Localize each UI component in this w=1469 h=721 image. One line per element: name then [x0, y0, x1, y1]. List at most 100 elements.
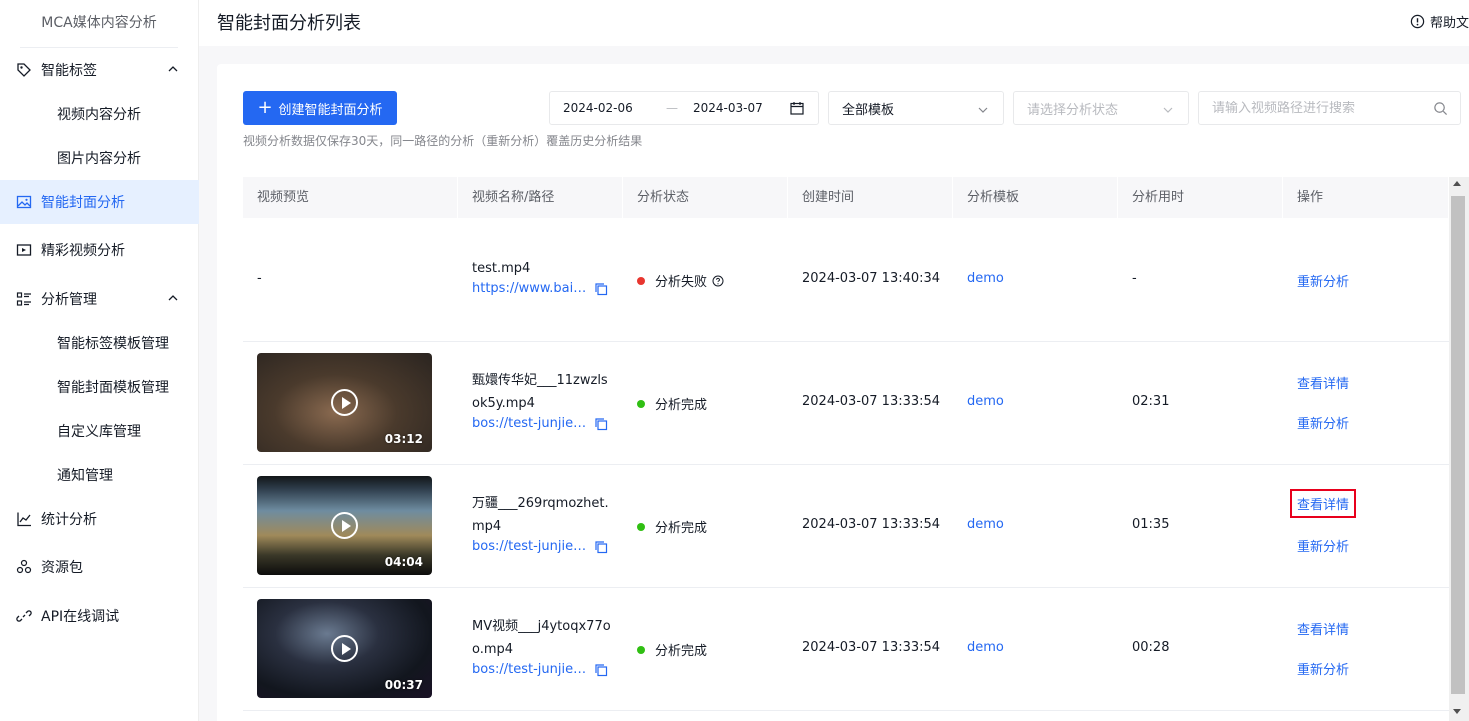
sidebar-item-statistics[interactable]: 统计分析 [0, 497, 199, 541]
template-select-value: 全部模板 [842, 102, 895, 118]
status-dot [637, 399, 645, 408]
sidebar-item-label: API在线调试 [41, 609, 120, 625]
video-path[interactable]: bos://test-junjie-new/2.mp4 [472, 539, 608, 554]
help-label: 帮助文 [1429, 16, 1469, 31]
chevron-up-icon [168, 66, 178, 72]
question-icon[interactable] [712, 275, 724, 287]
column-header: 创建时间 [788, 177, 953, 218]
view-detail-link[interactable]: 查看详情 [1297, 373, 1349, 392]
play-icon[interactable] [331, 512, 358, 539]
sidebar-item-highlight-video[interactable]: 精彩视频分析 [0, 228, 199, 272]
content-card: + 创建智能封面分析 视频分析数据仅保存30天，同一路径的分析（重新分析）覆盖历… [217, 64, 1469, 721]
column-header: 分析用时 [1118, 177, 1283, 218]
template-link[interactable]: demo [967, 271, 1004, 286]
chevron-down-icon [1163, 107, 1173, 113]
column-header: 分析状态 [623, 177, 788, 218]
video-path[interactable]: bos://test-junjie-new/3.mp4 [472, 662, 608, 677]
status-dot [637, 645, 645, 654]
video-path-text[interactable]: bos://test-junjie-new/1.mp4 [472, 416, 588, 431]
status-text: 分析失败 [655, 275, 708, 290]
sidebar-item-video-content[interactable]: 视频内容分析 [0, 92, 199, 136]
sidebar-item-smart-cover[interactable]: 智能封面分析 [0, 180, 199, 224]
video-path-text[interactable]: bos://test-junjie-new/2.mp4 [472, 539, 588, 554]
date-end[interactable]: 2024-03-07 [693, 101, 763, 115]
sidebar-item-analysis-manage[interactable]: 分析管理 [0, 277, 199, 321]
video-thumbnail[interactable]: 04:04 [257, 476, 432, 575]
video-duration: 04:04 [384, 555, 423, 569]
info-icon [1410, 14, 1425, 29]
plus-icon: + [257, 97, 273, 118]
status-dot [637, 522, 645, 531]
sidebar-item-label: 智能封面分析 [41, 195, 125, 211]
status-done: 分析完成 [637, 517, 707, 536]
sidebar-item-notification[interactable]: 通知管理 [0, 453, 199, 497]
sidebar-item-custom-library[interactable]: 自定义库管理 [0, 409, 199, 453]
table-row: 00:37 MV视频___j4ytoqx77oo.mp4 bos://test-… [243, 588, 1449, 711]
video-path-text[interactable]: bos://test-junjie-new/3.mp4 [472, 662, 588, 677]
play-icon[interactable] [331, 389, 358, 416]
video-name: test.mp4 [472, 261, 531, 276]
template-link[interactable]: demo [967, 640, 1004, 655]
reanalyze-link[interactable]: 重新分析 [1297, 536, 1349, 555]
create-analysis-button[interactable]: + 创建智能封面分析 [243, 91, 397, 125]
status-done: 分析完成 [637, 394, 707, 413]
video-thumbnail[interactable]: 03:12 [257, 353, 432, 452]
status-done: 分析完成 [637, 640, 707, 659]
reanalyze-link[interactable]: 重新分析 [1297, 659, 1349, 678]
table-header: 视频预览 视频名称/路径 分析状态 创建时间 分析模板 分析用时 操作 [243, 177, 1449, 218]
status-select[interactable]: 请选择分析状态 [1013, 91, 1189, 125]
scroll-down-arrow-icon[interactable] [1453, 709, 1461, 714]
column-header: 分析模板 [953, 177, 1118, 218]
brand-title: MCA媒体内容分析 [20, 0, 178, 48]
status-text: 分析完成 [655, 398, 708, 413]
video-path-text[interactable]: https://www.baidu.com/test.mp4 [472, 281, 588, 296]
video-name: 甄嬛传华妃___11zwzlsok5y.mp4 [472, 373, 608, 411]
status-text: 分析完成 [655, 644, 708, 659]
copy-icon[interactable] [594, 540, 608, 554]
sidebar-item-smart-tags[interactable]: 智能标签 [0, 48, 199, 92]
template-select[interactable]: 全部模板 [828, 91, 1004, 125]
chart-icon [16, 511, 32, 527]
search-input[interactable] [1212, 100, 1422, 116]
calendar-icon[interactable] [790, 101, 804, 115]
video-icon [16, 242, 32, 258]
path-search[interactable] [1198, 91, 1461, 125]
sidebar-item-tag-template[interactable]: 智能标签模板管理 [0, 321, 199, 365]
video-path[interactable]: bos://test-junjie-new/1.mp4 [472, 416, 608, 431]
scrollbar-thumb[interactable] [1451, 196, 1465, 694]
template-link[interactable]: demo [967, 517, 1004, 532]
video-thumbnail[interactable]: 00:37 [257, 599, 432, 698]
sidebar-item-label: 资源包 [41, 560, 83, 576]
reanalyze-link[interactable]: 重新分析 [1297, 271, 1349, 290]
copy-icon[interactable] [594, 417, 608, 431]
analysis-duration: 00:28 [1132, 640, 1170, 655]
reanalyze-link[interactable]: 重新分析 [1297, 413, 1349, 432]
scroll-up-arrow-icon[interactable] [1453, 181, 1461, 186]
video-path[interactable]: https://www.baidu.com/test.mp4 [472, 281, 608, 296]
view-detail-link[interactable]: 查看详情 [1297, 619, 1349, 638]
table-row: 03:12 甄嬛传华妃___11zwzlsok5y.mp4 bos://test… [243, 342, 1449, 465]
page-title: 智能封面分析列表 [217, 13, 361, 34]
sidebar-item-label: 统计分析 [41, 512, 97, 528]
video-duration: 00:37 [384, 678, 423, 692]
sidebar-item-image-content[interactable]: 图片内容分析 [0, 136, 199, 180]
preview-placeholder: - [257, 271, 262, 286]
copy-icon[interactable] [594, 282, 608, 296]
chevron-down-icon [978, 107, 988, 113]
sidebar-item-resource-pack[interactable]: 资源包 [0, 545, 199, 589]
sidebar-item-api-debug[interactable]: API在线调试 [0, 594, 199, 638]
status-text: 分析完成 [655, 521, 708, 536]
template-link[interactable]: demo [967, 394, 1004, 409]
help-link[interactable]: 帮助文 [1410, 12, 1469, 31]
date-range-picker[interactable]: 2024-02-06 — 2024-03-07 [549, 91, 819, 125]
sidebar-item-cover-template[interactable]: 智能封面模板管理 [0, 365, 199, 409]
column-header: 操作 [1283, 177, 1449, 218]
image-icon [16, 194, 32, 210]
play-icon[interactable] [331, 635, 358, 662]
view-detail-link[interactable]: 查看详情 [1290, 489, 1357, 518]
date-start[interactable]: 2024-02-06 [563, 101, 633, 115]
copy-icon[interactable] [594, 663, 608, 677]
created-time: 2024-03-07 13:33:54 [802, 517, 941, 532]
link-icon [16, 608, 32, 624]
search-icon[interactable] [1433, 101, 1448, 116]
